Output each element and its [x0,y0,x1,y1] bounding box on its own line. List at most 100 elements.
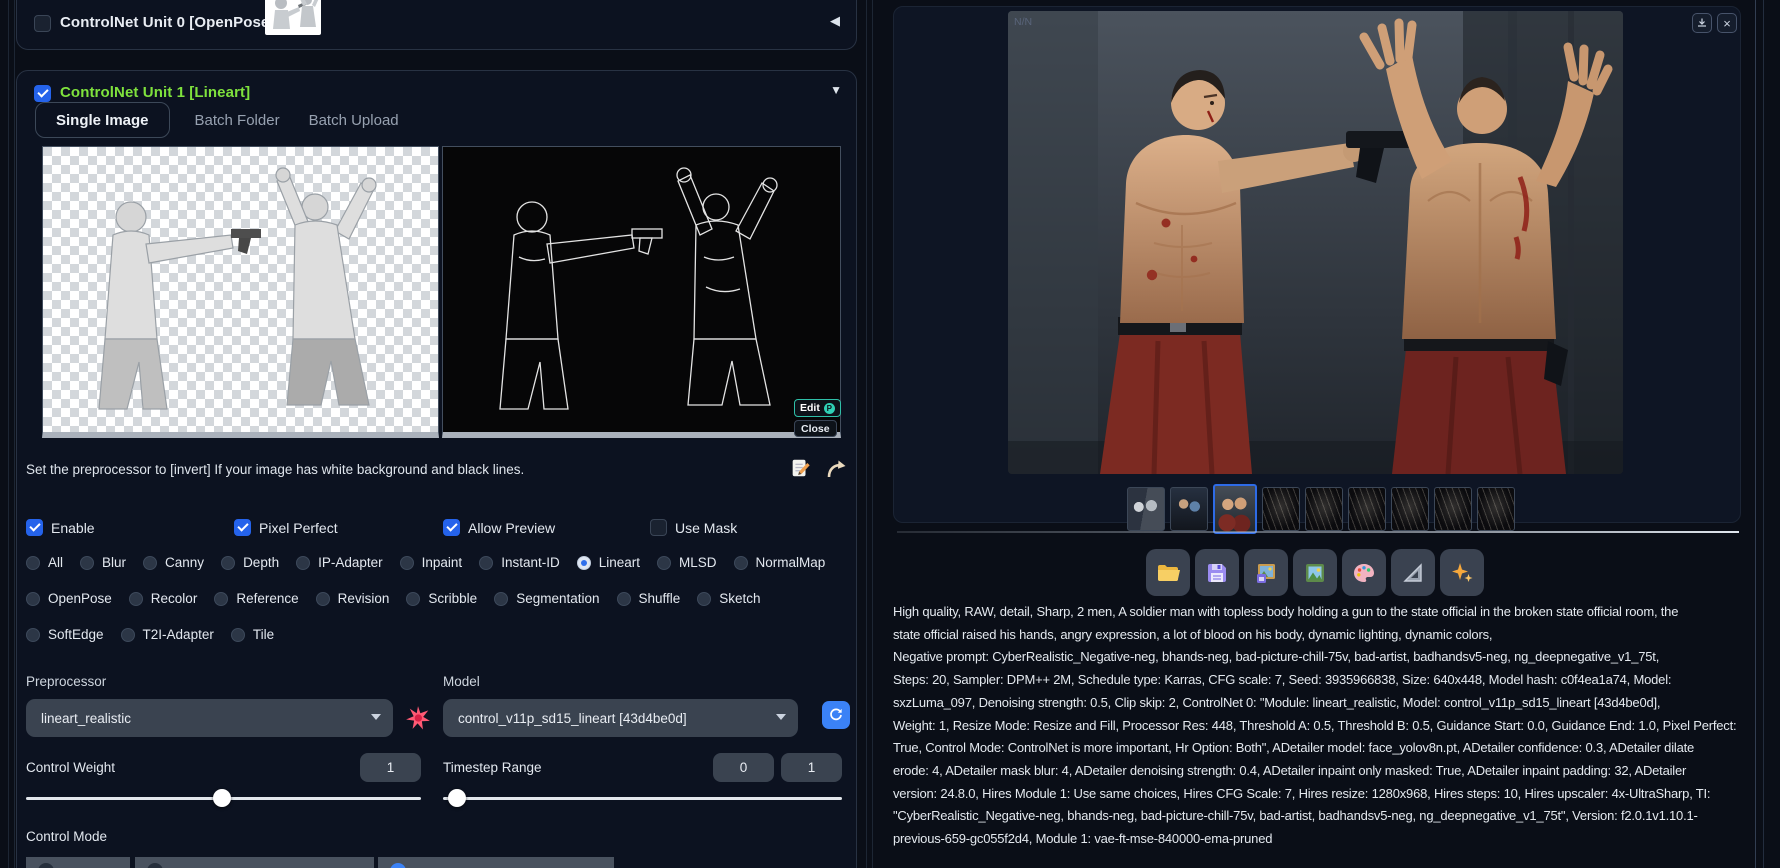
controlnet-app: ControlNet Unit 0 [OpenPose] ◀ ControlNe… [0,0,1780,868]
edit-in-photopea-button[interactable]: Edit P [794,399,841,417]
control-mode-balanced[interactable] [26,857,130,868]
send-to-extras-button[interactable] [1391,549,1435,596]
run-preprocessor-icon[interactable] [824,457,848,486]
open-output-folder-button[interactable] [1146,549,1190,596]
unit0-thumbnail[interactable] [265,0,321,35]
generation-info-line: previous-659-gc055f2d4, Module 1: vae-ft… [893,831,1273,847]
pixel-perfect-checkbox[interactable] [234,519,251,536]
control-mode-controlnet-important[interactable] [378,857,614,868]
radio-selected-icon [390,863,406,868]
model-dropdown[interactable]: control_v11p_sd15_lineart [43d4be0d] [443,699,798,737]
control-weight-slider[interactable] [26,789,421,807]
control-type-canny[interactable]: Canny [143,555,204,570]
control-type-sketch[interactable]: Sketch [697,591,761,606]
control-type-tile[interactable]: Tile [230,627,274,642]
control-type-scribble[interactable]: Scribble [406,591,477,606]
pixel-perfect-option[interactable]: Pixel Perfect [234,519,443,536]
control-mode-prompt-important[interactable] [135,857,374,868]
scrollbar-track[interactable] [1755,0,1756,868]
control-type-recolor[interactable]: Recolor [128,591,197,606]
source-sketch [98,167,377,410]
unit1-enable-checkbox[interactable] [34,85,51,102]
generation-info-line: sxzLuma_097, Denoising strength: 0.5, Cl… [893,694,1661,710]
control-type-openpose[interactable]: OpenPose [26,591,112,606]
control-type-t2i-adapter[interactable]: T2I-Adapter [120,627,214,642]
allow-preview-checkbox[interactable] [443,519,460,536]
control-mode-label: Control Mode [26,829,108,844]
unit1-expand-icon[interactable]: ▼ [830,83,842,97]
hires-upscale-button[interactable] [1440,549,1484,596]
control-type-row-2: OpenPose Recolor Reference Revision Scri… [26,591,761,606]
close-preview-button[interactable]: Close [794,420,837,437]
use-mask-checkbox[interactable] [650,519,667,536]
run-preprocessor-burst-icon[interactable] [405,705,431,736]
save-zip-button[interactable] [1244,549,1288,596]
thumbnail-7[interactable] [1391,487,1429,531]
timestep-start-value[interactable]: 0 [713,753,774,782]
controlnet-unit0-card: ControlNet Unit 0 [OpenPose] ◀ [16,0,857,50]
control-type-reference[interactable]: Reference [214,591,299,606]
tab-single-image[interactable]: Single Image [35,102,170,138]
control-type-lineart[interactable]: Lineart [576,555,640,570]
control-type-mlsd[interactable]: MLSD [657,555,717,570]
openpose-thumb-figures [273,0,319,29]
generation-info-line: Steps: 20, Sampler: DPM++ 2M, Schedule t… [893,672,1672,688]
timestep-range-slider-handle[interactable] [448,789,466,807]
control-type-softedge[interactable]: SoftEdge [26,627,104,642]
palette-icon [1354,563,1374,582]
save-image-button[interactable] [1195,549,1239,596]
timestep-end-value[interactable]: 1 [781,753,842,782]
tab-bar: Single Image Batch Folder Batch Upload [35,101,399,139]
generation-info-line: "CyberRealistic_Negative-neg, bhands-neg… [893,808,1698,824]
generation-info-line: state official raised his hands, angry e… [893,626,1493,642]
send-to-inpaint-button[interactable] [1342,549,1386,596]
use-mask-option[interactable]: Use Mask [650,519,838,536]
tab-batch-upload[interactable]: Batch Upload [309,112,399,129]
thumbnail-8[interactable] [1434,487,1472,531]
control-type-instant-id[interactable]: Instant-ID [479,555,560,570]
thumbnail-6[interactable] [1348,487,1386,531]
preprocessor-dropdown[interactable]: lineart_realistic [26,699,393,737]
memo-icon[interactable] [789,457,811,484]
send-to-img2img-button[interactable] [1293,549,1337,596]
thumbnail-4[interactable] [1262,487,1300,531]
panel-border-line [866,0,867,868]
preprocessor-preview-pane[interactable] [442,146,841,438]
thumbnail-9[interactable] [1477,487,1515,531]
control-type-revision[interactable]: Revision [315,591,389,606]
preprocessor-note: Set the preprocessor to [invert] If your… [26,462,525,477]
control-weight-slider-handle[interactable] [213,789,231,807]
controlnet-unit1-card: ControlNet Unit 1 [Lineart] ▼ Single Ima… [16,70,857,868]
control-type-ip-adapter[interactable]: IP-Adapter [296,555,383,570]
control-type-blur[interactable]: Blur [80,555,126,570]
control-type-shuffle[interactable]: Shuffle [616,591,680,606]
tab-batch-folder[interactable]: Batch Folder [195,112,280,129]
thumbnail-1[interactable] [1127,487,1165,531]
sparkles-icon [1452,562,1473,582]
thumbnail-5[interactable] [1305,487,1343,531]
unit0-enable-checkbox[interactable] [34,15,51,32]
enable-checkbox[interactable] [26,519,43,536]
control-type-depth[interactable]: Depth [221,555,279,570]
control-type-normalmap[interactable]: NormalMap [733,555,825,570]
generation-info-line: version: 24.8.0, Hires Module 1: Use sam… [893,785,1711,801]
unit0-collapse-icon[interactable]: ◀ [830,13,840,29]
download-image-button[interactable] [1692,13,1712,33]
control-type-segmentation[interactable]: Segmentation [494,591,600,606]
scrollbar-track[interactable] [1763,0,1764,868]
thumbnail-3-selected[interactable] [1213,484,1257,534]
control-weight-value[interactable]: 1 [360,753,421,782]
control-type-inpaint[interactable]: Inpaint [399,555,462,570]
generated-image[interactable] [1008,11,1623,474]
source-image-pane[interactable] [42,146,439,438]
gallery-counter: N/N [1014,16,1033,28]
generated-image-art [1008,11,1623,474]
refresh-models-button[interactable] [822,701,850,729]
allow-preview-option[interactable]: Allow Preview [443,519,650,536]
enable-option[interactable]: Enable [26,519,234,536]
model-label: Model [443,674,480,689]
timestep-range-slider[interactable] [443,789,842,807]
thumbnail-2[interactable] [1170,487,1208,531]
close-image-button[interactable]: × [1717,13,1737,33]
control-type-all[interactable]: All [26,555,63,570]
